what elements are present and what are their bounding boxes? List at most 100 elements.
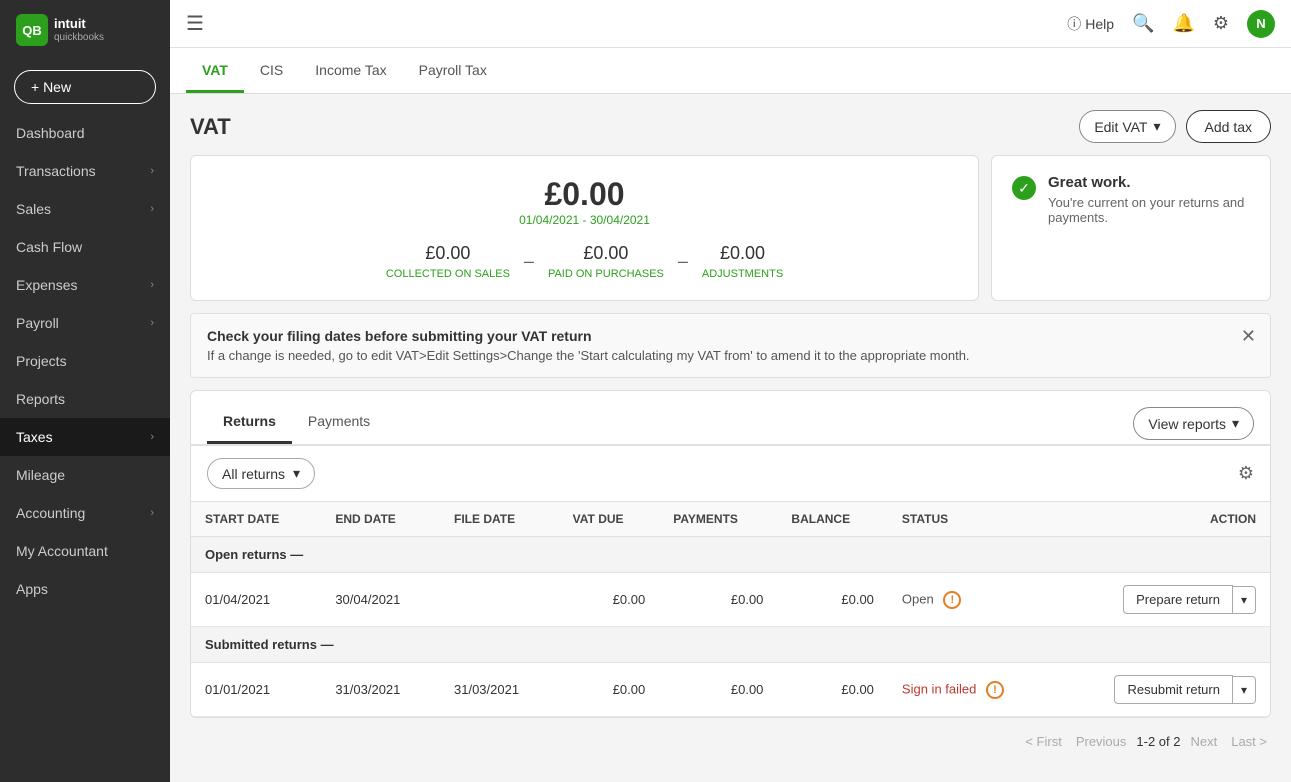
- alert-close-button[interactable]: ✕: [1241, 326, 1256, 347]
- sidebar-item-cashflow[interactable]: Cash Flow: [0, 228, 170, 266]
- paid-col: £0.00 PAID ON PURCHASES: [548, 243, 664, 280]
- chevron-right-icon: ›: [150, 165, 154, 177]
- sidebar-item-expenses[interactable]: Expenses ›: [0, 266, 170, 304]
- resubmit-return-chevron[interactable]: ▾: [1233, 676, 1256, 704]
- logo-area: QB intuitquickbooks: [0, 0, 170, 60]
- collected-label: COLLECTED ON SALES: [386, 268, 510, 280]
- submitted-action-group: Resubmit return ▾: [1068, 675, 1256, 704]
- pagination: < First Previous 1-2 of 2 Next Last >: [170, 718, 1291, 765]
- submitted-vat-due: £0.00: [559, 663, 660, 717]
- open-vat-due: £0.00: [559, 573, 660, 627]
- minus-icon-2: –: [678, 251, 688, 272]
- open-action-cell: Prepare return ▾: [1054, 573, 1270, 627]
- resubmit-return-button[interactable]: Resubmit return: [1114, 675, 1232, 704]
- col-payments: PAYMENTS: [659, 502, 777, 537]
- sidebar-item-label: Transactions: [16, 163, 96, 179]
- status-card-title: Great work.: [1048, 174, 1250, 191]
- sidebar-item-apps[interactable]: Apps: [0, 570, 170, 608]
- edit-vat-button[interactable]: Edit VAT ▾: [1079, 110, 1175, 143]
- quickbooks-logo: QB intuitquickbooks: [16, 14, 104, 46]
- vat-breakdown: £0.00 COLLECTED ON SALES – £0.00 PAID ON…: [386, 243, 783, 280]
- chevron-right-icon: ›: [150, 507, 154, 519]
- sidebar-item-taxes[interactable]: Taxes ›: [0, 418, 170, 456]
- add-tax-button[interactable]: Add tax: [1186, 110, 1271, 143]
- help-circle-icon: ⓘ: [1067, 14, 1081, 34]
- status-card-body: You're current on your returns and payme…: [1048, 195, 1250, 225]
- chevron-right-icon: ›: [150, 431, 154, 443]
- returns-header: Returns Payments View reports ▾: [191, 391, 1270, 444]
- sidebar-item-reports[interactable]: Reports: [0, 380, 170, 418]
- chevron-right-icon: ›: [150, 203, 154, 215]
- returns-table: START DATE END DATE FILE DATE VAT DUE PA…: [191, 501, 1270, 717]
- last-page-link[interactable]: Last >: [1227, 732, 1271, 751]
- tab-returns[interactable]: Returns: [207, 403, 292, 444]
- topbar-left: ☰: [186, 11, 204, 36]
- group-open-label: Open returns —: [191, 537, 1270, 573]
- open-action-group: Prepare return ▾: [1068, 585, 1256, 614]
- chevron-right-icon: ›: [150, 317, 154, 329]
- sidebar-item-label: Reports: [16, 391, 65, 407]
- sidebar-item-payroll[interactable]: Payroll ›: [0, 304, 170, 342]
- vat-header: VAT Edit VAT ▾ Add tax: [170, 94, 1291, 155]
- status-open-text: Open: [902, 591, 934, 606]
- collected-col: £0.00 COLLECTED ON SALES: [386, 243, 510, 280]
- open-payments: £0.00: [659, 573, 777, 627]
- sidebar-item-projects[interactable]: Projects: [0, 342, 170, 380]
- status-card-text: Great work. You're current on your retur…: [1048, 174, 1250, 225]
- alert-text: If a change is needed, go to edit VAT>Ed…: [207, 348, 1254, 363]
- menu-icon[interactable]: ☰: [186, 11, 204, 36]
- tab-income-tax[interactable]: Income Tax: [299, 48, 402, 93]
- topbar: ☰ ⓘ Help 🔍 🔔 ⚙ N: [170, 0, 1291, 48]
- open-file-date: [440, 573, 559, 627]
- tab-cis[interactable]: CIS: [244, 48, 299, 93]
- tab-payments[interactable]: Payments: [292, 403, 386, 444]
- alert-title: Check your filing dates before submittin…: [207, 328, 1254, 344]
- help-button[interactable]: ⓘ Help: [1067, 14, 1114, 34]
- previous-page-link[interactable]: Previous: [1072, 732, 1131, 751]
- submitted-status: Sign in failed !: [888, 663, 1054, 717]
- avatar[interactable]: N: [1247, 10, 1275, 38]
- prepare-return-button[interactable]: Prepare return: [1123, 585, 1233, 614]
- gear-icon[interactable]: ⚙: [1213, 13, 1229, 34]
- sidebar-item-label: My Accountant: [16, 543, 108, 559]
- tab-payroll-tax[interactable]: Payroll Tax: [403, 48, 503, 93]
- sidebar-item-label: Cash Flow: [16, 239, 82, 255]
- sidebar-item-label: Projects: [16, 353, 67, 369]
- returns-section: Returns Payments View reports ▾ All retu…: [190, 390, 1271, 718]
- col-vat-due: VAT DUE: [559, 502, 660, 537]
- sidebar-item-label: Payroll: [16, 315, 59, 331]
- chevron-down-icon: ▾: [1153, 118, 1160, 135]
- filter-label: All returns: [222, 466, 285, 482]
- view-reports-button[interactable]: View reports ▾: [1133, 407, 1254, 440]
- sidebar-item-dashboard[interactable]: Dashboard: [0, 114, 170, 152]
- sidebar-item-accountant[interactable]: My Accountant: [0, 532, 170, 570]
- prepare-return-chevron[interactable]: ▾: [1233, 586, 1256, 614]
- sidebar-item-label: Sales: [16, 201, 51, 217]
- help-label: Help: [1085, 16, 1114, 32]
- sidebar-item-label: Apps: [16, 581, 48, 597]
- sidebar-item-label: Accounting: [16, 505, 85, 521]
- vat-period: 01/04/2021 - 30/04/2021: [519, 213, 650, 227]
- vat-summary-area: £0.00 01/04/2021 - 30/04/2021 £0.00 COLL…: [190, 155, 1271, 301]
- all-returns-dropdown[interactable]: All returns ▾: [207, 458, 315, 489]
- sidebar-item-sales[interactable]: Sales ›: [0, 190, 170, 228]
- submitted-action-cell: Resubmit return ▾: [1054, 663, 1270, 717]
- sidebar-item-mileage[interactable]: Mileage: [0, 456, 170, 494]
- bell-icon[interactable]: 🔔: [1172, 13, 1194, 34]
- open-start-date: 01/04/2021: [191, 573, 321, 627]
- new-button[interactable]: + New: [14, 70, 156, 104]
- next-page-link[interactable]: Next: [1186, 732, 1221, 751]
- first-page-link[interactable]: < First: [1021, 732, 1065, 751]
- sidebar-item-accounting[interactable]: Accounting ›: [0, 494, 170, 532]
- sidebar-item-transactions[interactable]: Transactions ›: [0, 152, 170, 190]
- search-icon[interactable]: 🔍: [1132, 13, 1154, 34]
- sidebar: QB intuitquickbooks + New Dashboard Tran…: [0, 0, 170, 782]
- vat-main-card: £0.00 01/04/2021 - 30/04/2021 £0.00 COLL…: [190, 155, 979, 301]
- check-icon: ✓: [1012, 176, 1036, 200]
- col-start-date: START DATE: [191, 502, 321, 537]
- settings-icon[interactable]: ⚙: [1238, 463, 1254, 484]
- sidebar-item-label: Dashboard: [16, 125, 85, 141]
- tab-vat[interactable]: VAT: [186, 48, 244, 93]
- content-area: VAT CIS Income Tax Payroll Tax VAT Edit …: [170, 48, 1291, 782]
- submitted-balance: £0.00: [777, 663, 888, 717]
